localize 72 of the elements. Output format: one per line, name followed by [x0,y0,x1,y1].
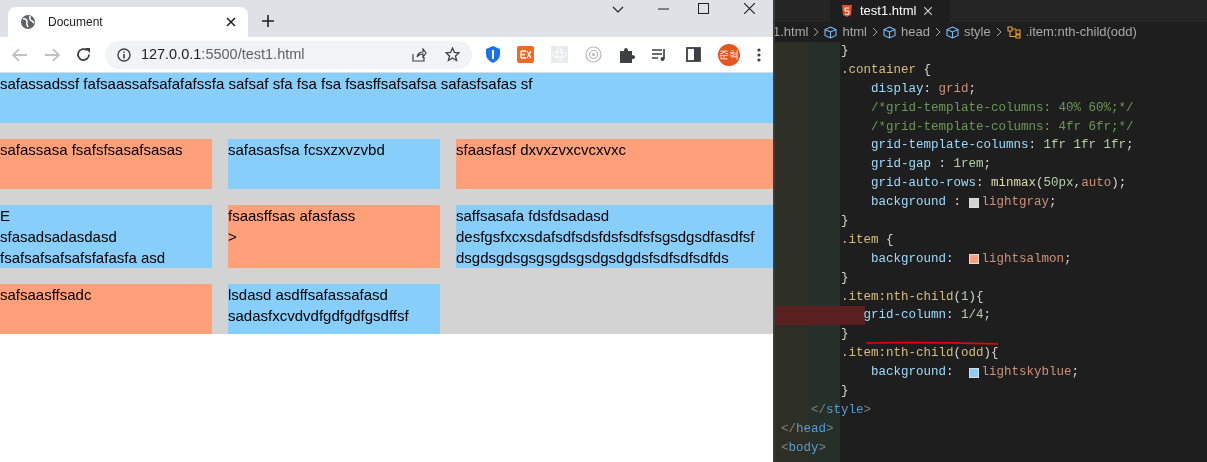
code-text: } [840,43,849,60]
grid-item: E sfasadsadasdasd fsafsafsafsafsfafasfa asd [0,205,212,268]
url-path: :5500/test1.html [201,45,305,62]
code-text: grid-auto-rows: minmax(50px,auto); [870,175,1127,193]
code-text: </head> [781,420,834,438]
chevron-right-icon [813,27,820,37]
extension-icon[interactable] [517,46,534,63]
tab-title: test1.html [860,2,917,21]
url-host: 127.0.0.1 [140,45,202,62]
code-text: </style> [810,401,872,419]
code-text: /*grid-template-columns: 4fr 6fr;*/ [870,118,1134,136]
more-icon[interactable] [757,47,761,62]
code-text: } [840,326,849,344]
grid-item: safassadssf fafsaassafsafafafssfa safsaf sfa fsa fsa fsasffsafsafsa safasfsafas sf [0,73,773,123]
code-text: background: [870,364,955,382]
cube-icon [882,25,896,39]
grid-item: sfaasfasf dxvxzvxcvcxvxc [456,139,773,189]
grid-item: safasasfsa fcsxzxvzvbd [228,139,440,189]
code-text: .item:nth-child(1){ [840,288,984,306]
star-icon[interactable] [445,47,460,62]
new-tab-icon[interactable] [262,15,274,27]
color-swatch[interactable] [968,197,979,208]
code-text: lightsalmon; [981,250,1072,268]
maximize-icon[interactable] [698,3,709,14]
breadcrumb-item[interactable]: html [842,22,867,42]
color-swatch[interactable] [968,254,979,265]
chevron-right-icon [934,27,941,37]
code-text: grid-template-columns: 1fr 1fr 1fr; [870,137,1134,155]
chevron-down-icon[interactable] [612,6,624,14]
symbol-icon [1006,25,1021,39]
code-text: <body> [781,439,827,457]
address-bar[interactable]: 127.0.0.1:5500/test1.html [104,40,472,69]
code-text: .item:nth-child(odd){ [840,345,999,363]
code-text: grid-gap : 1rem; [870,156,992,174]
cube-icon [824,25,838,39]
info-icon [116,47,131,62]
code-text: lightgray; [981,194,1057,212]
color-swatch[interactable] [968,367,979,378]
profile-avatar[interactable]: 준혁 [718,43,740,66]
grid-item: lsdasd asdffsafassafasd sadasfxcvdvdfgdfgdfgsdffsf [228,284,440,334]
breadcrumb-item[interactable]: style [963,22,991,42]
code-text: } [840,213,849,230]
shield-icon[interactable] [486,46,500,63]
close-icon[interactable] [744,3,755,14]
browser-tab[interactable]: Document [8,7,248,37]
share-icon[interactable] [412,47,427,62]
editor-tab[interactable]: test1.html [830,0,950,22]
code-text: .item { [840,231,894,249]
code-text: display: grid; [870,80,977,98]
grid-item: safassasa fsafsfsasafsasas [0,139,212,189]
code-text: } [840,269,849,287]
grid-item: safsaasffsadc [0,284,212,334]
close-icon[interactable] [226,17,236,27]
grid-item: saffsasafa fdsfdsadasd desfgsfxcxsdafsdfsdsfdsfsdfsfsgsdgsdfasdfsf dsgdsgdsgsgsgdsgsdgsdgdsfsdfsdfsdfds [456,205,773,268]
code-text: grid-column: 1/4; [862,307,992,325]
reload-icon[interactable] [75,47,91,62]
code-text: background: [870,250,955,268]
breadcrumb-item[interactable]: head [900,22,930,42]
code-text: .container { [840,61,932,79]
tab-title: Document [48,14,104,31]
chevron-right-icon [995,27,1002,37]
code-text: lightskyblue; [981,364,1080,382]
cube-icon [945,25,959,39]
code-text: } [840,383,849,401]
puzzle-icon[interactable] [619,46,635,63]
breadcrumb-item[interactable]: .item:nth-child(odd) [1025,22,1137,42]
grid-item: fsaasffsas afasfass > [228,205,440,268]
html-file-icon [842,5,852,17]
sidebar-icon[interactable] [686,47,701,62]
chevron-right-icon [871,27,878,37]
code-text: background : [870,194,963,212]
code-text: /*grid-template-columns: 40% 60%;*/ [870,99,1134,117]
